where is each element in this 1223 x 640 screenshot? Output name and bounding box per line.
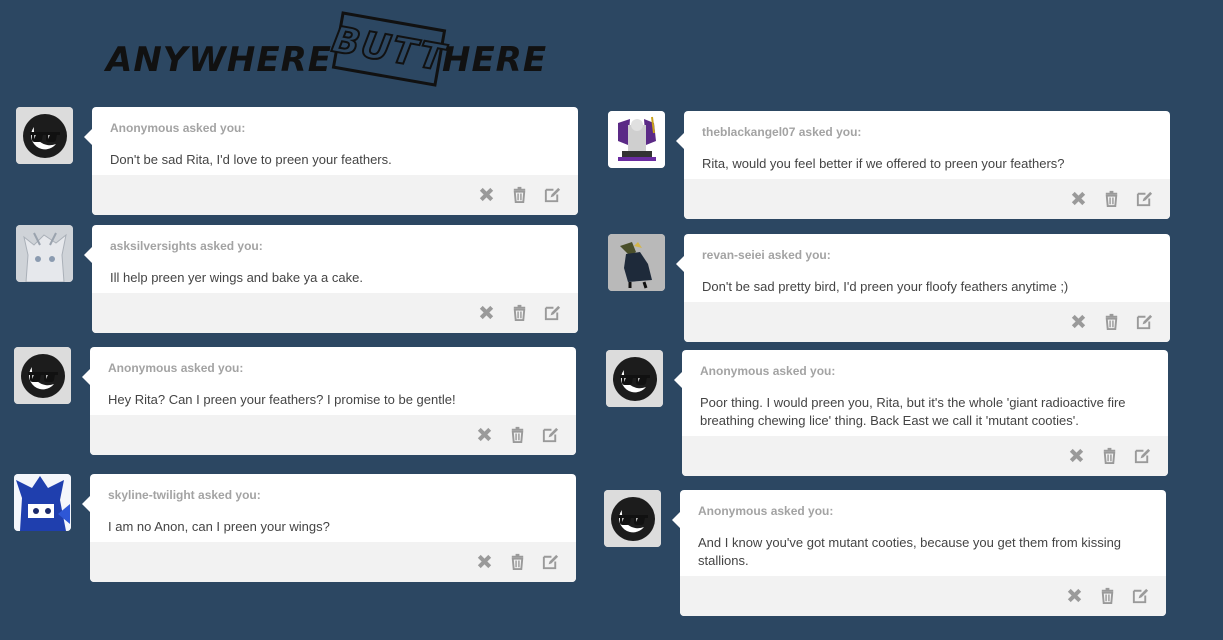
anonymous-sunglasses-icon (16, 107, 73, 164)
asked-label: asked you: (798, 125, 862, 139)
anonymous-avatar[interactable] (16, 107, 73, 164)
trash-icon[interactable] (1098, 586, 1117, 605)
revan-seiei-avatar[interactable] (608, 234, 665, 291)
anonymous-sunglasses-icon (606, 350, 663, 407)
x-icon[interactable] (1067, 446, 1086, 465)
ask-actions-bar (684, 179, 1170, 219)
x-icon[interactable] (475, 552, 494, 571)
asked-label: asked you: (198, 488, 261, 502)
logo-text-butt: BUTT (328, 11, 450, 87)
theblackangel07-avatar[interactable] (608, 111, 665, 168)
asker-name[interactable]: asksilversights (110, 239, 197, 253)
ask-message: Rita, would you feel better if we offere… (702, 156, 1065, 171)
ask-message: Hey Rita? Can I preen your feathers? I p… (108, 392, 456, 407)
ask-message: Poor thing. I would preen you, Rita, but… (700, 395, 1126, 428)
ask-card: Anonymous asked you: And I know you've g… (672, 490, 1166, 616)
edit-icon[interactable] (541, 425, 560, 444)
ask-actions-bar (680, 576, 1166, 616)
ask-card: revan-seiei asked you: Don't be sad pret… (676, 234, 1170, 342)
edit-icon[interactable] (543, 185, 562, 204)
anonymous-avatar[interactable] (14, 347, 71, 404)
ask-actions-bar (90, 415, 576, 455)
anonymous-avatar[interactable] (604, 490, 661, 547)
ask-actions-bar (684, 302, 1170, 342)
skyline-twilight-avatar[interactable] (14, 474, 71, 531)
pony-avatar-icon (16, 225, 73, 282)
edit-icon[interactable] (543, 303, 562, 322)
logo-text-anywhere: ANYWHERE (106, 40, 332, 80)
ask-message: Don't be sad Rita, I'd love to preen you… (110, 152, 392, 167)
asker-name[interactable]: Anonymous (108, 361, 177, 375)
asker-name[interactable]: Anonymous (110, 121, 179, 135)
asker-name[interactable]: Anonymous (698, 504, 767, 518)
ask-card: Anonymous asked you: Poor thing. I would… (674, 350, 1168, 476)
ask-card: asksilversights asked you: Ill help pree… (84, 225, 578, 333)
ask-message: I am no Anon, can I preen your wings? (108, 519, 330, 534)
ask-card: Anonymous asked you: Don't be sad Rita, … (84, 107, 578, 215)
edit-icon[interactable] (1131, 586, 1150, 605)
x-icon[interactable] (1069, 312, 1088, 331)
x-icon[interactable] (1069, 189, 1088, 208)
ask-card: Anonymous asked you: Hey Rita? Can I pre… (82, 347, 576, 455)
asked-label: asked you: (180, 361, 244, 375)
x-icon[interactable] (477, 303, 496, 322)
trash-icon[interactable] (1102, 312, 1121, 331)
asker-name[interactable]: Anonymous (700, 364, 769, 378)
ask-message: Ill help preen yer wings and bake ya a c… (110, 270, 363, 285)
griffon-avatar-icon (608, 234, 665, 291)
x-icon[interactable] (1065, 586, 1084, 605)
trash-icon[interactable] (1102, 189, 1121, 208)
edit-icon[interactable] (1135, 189, 1154, 208)
edit-icon[interactable] (1135, 312, 1154, 331)
trash-icon[interactable] (508, 552, 527, 571)
ask-card: skyline-twilight asked you: I am no Anon… (82, 474, 576, 582)
trash-icon[interactable] (508, 425, 527, 444)
ask-message: And I know you've got mutant cooties, be… (698, 535, 1122, 568)
ask-actions-bar (92, 293, 578, 333)
asker-name[interactable]: revan-seiei (702, 248, 765, 262)
ask-actions-bar (682, 436, 1168, 476)
x-icon[interactable] (477, 185, 496, 204)
trash-icon[interactable] (1100, 446, 1119, 465)
edit-icon[interactable] (1133, 446, 1152, 465)
trash-icon[interactable] (510, 303, 529, 322)
ask-actions-bar (90, 542, 576, 582)
griffon-throne-avatar-icon (608, 111, 665, 168)
asked-label: asked you: (182, 121, 246, 135)
asked-label: asked you: (200, 239, 263, 253)
x-icon[interactable] (475, 425, 494, 444)
asked-label: asked you: (772, 364, 836, 378)
asker-name[interactable]: theblackangel07 (702, 125, 795, 139)
edit-icon[interactable] (541, 552, 560, 571)
asked-label: asked you: (768, 248, 831, 262)
trash-icon[interactable] (510, 185, 529, 204)
ask-message: Don't be sad pretty bird, I'd preen your… (702, 279, 1069, 294)
asksilversights-avatar[interactable] (16, 225, 73, 282)
asker-name[interactable]: skyline-twilight (108, 488, 195, 502)
asked-label: asked you: (770, 504, 834, 518)
blog-logo: ANYWHERE BUTT HERE (104, 10, 564, 90)
blue-pony-avatar-icon (14, 474, 71, 531)
logo-text-here: HERE (442, 40, 548, 80)
ask-actions-bar (92, 175, 578, 215)
ask-card: theblackangel07 asked you: Rita, would y… (676, 111, 1170, 219)
anonymous-sunglasses-icon (604, 490, 661, 547)
anonymous-sunglasses-icon (14, 347, 71, 404)
anonymous-avatar[interactable] (606, 350, 663, 407)
